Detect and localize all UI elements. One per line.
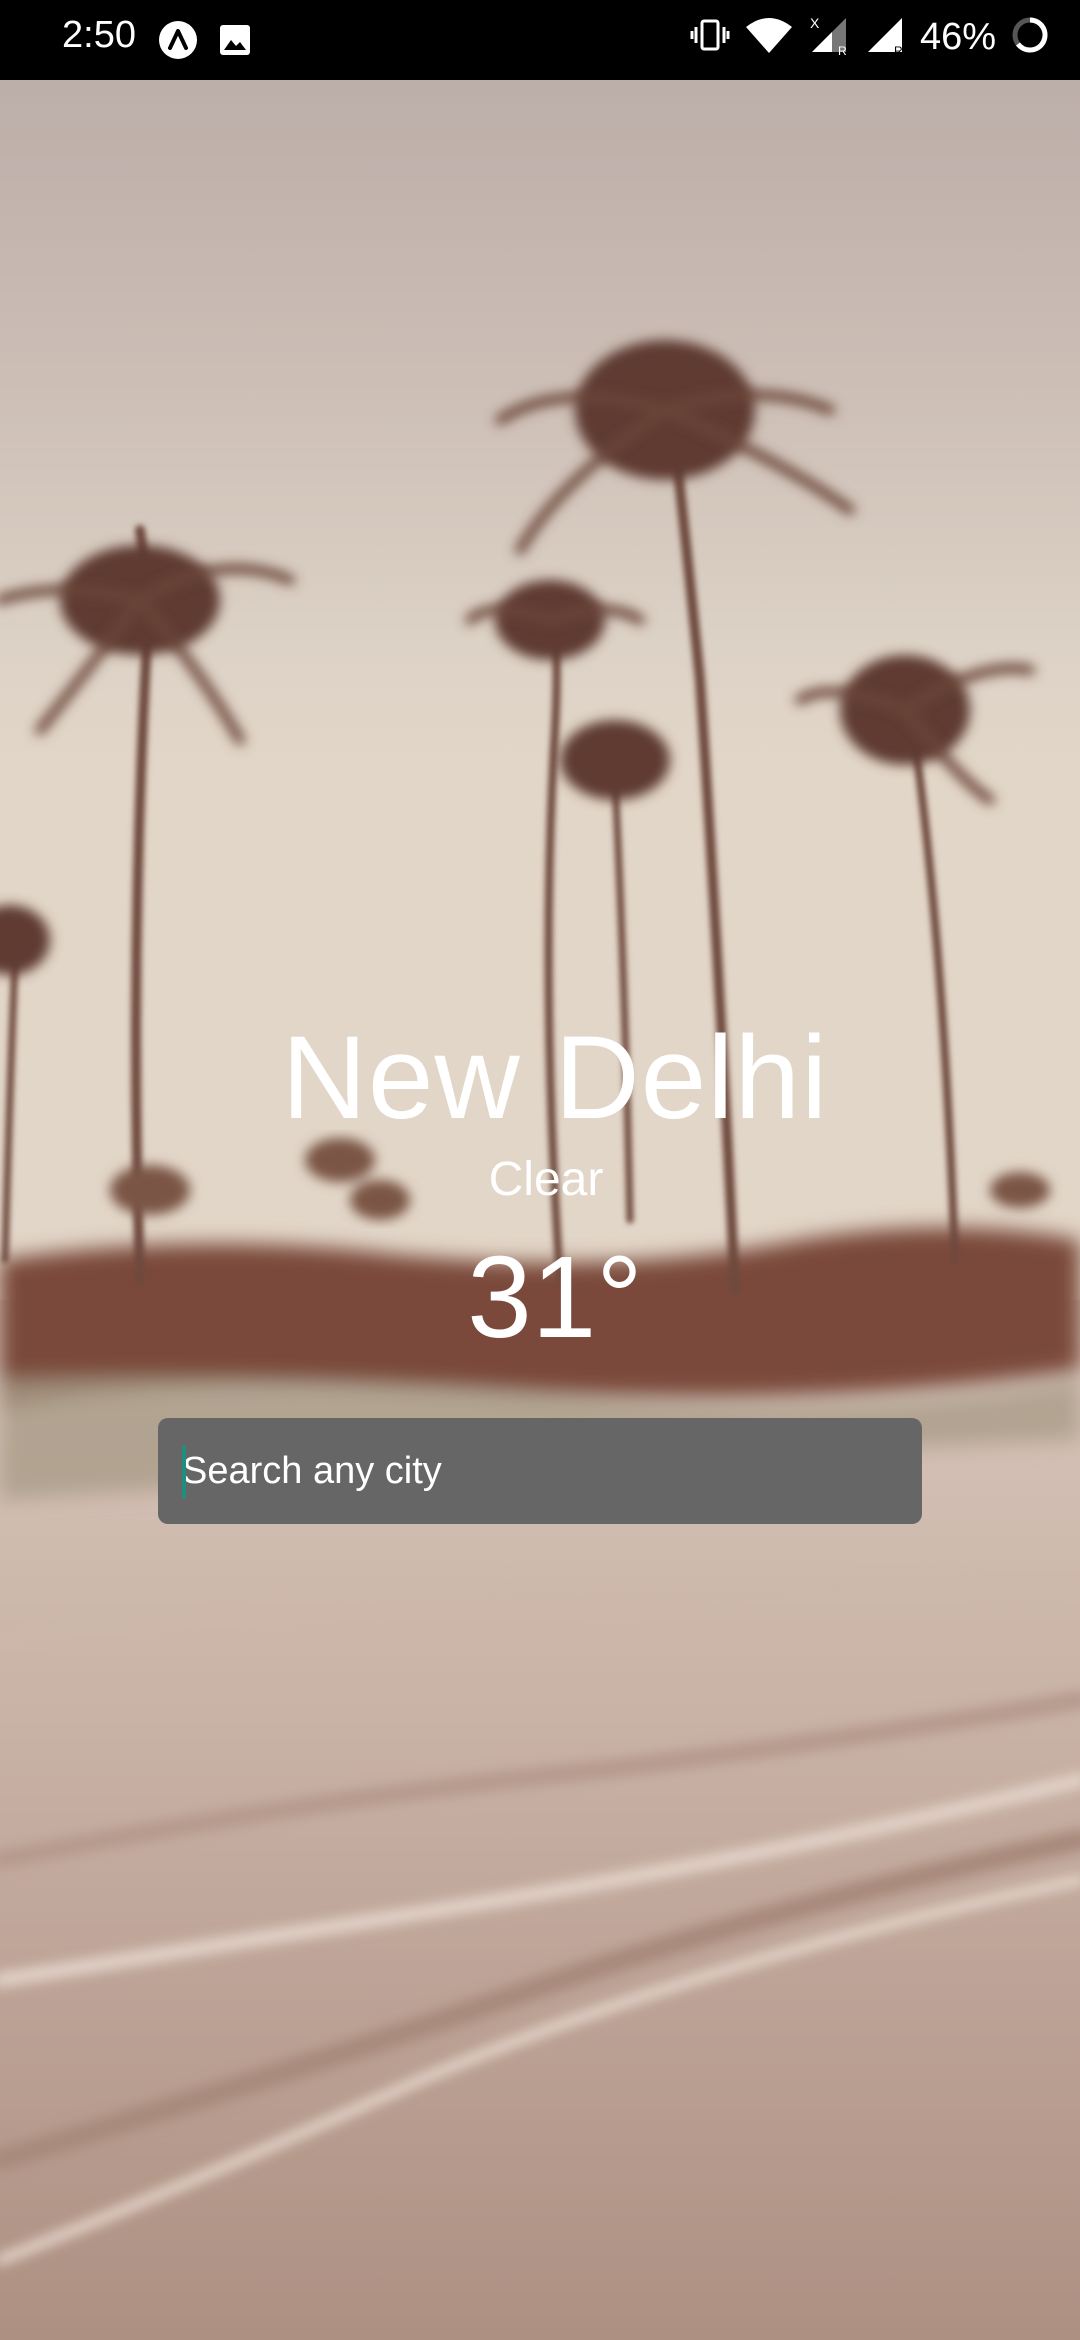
- battery-ring-icon: [1010, 15, 1050, 60]
- temperature: 31°: [467, 1232, 643, 1362]
- battery-percent: 46%: [919, 16, 996, 58]
- cell-signal-1-icon: X R: [808, 14, 850, 61]
- cell-signal-2-icon: R: [864, 14, 906, 61]
- weather-screen: 2:50 X R R 46% New Delhi Clear 31° Searc…: [0, 0, 1080, 2340]
- city-name: New Delhi: [281, 1012, 829, 1144]
- svg-text:R: R: [894, 44, 903, 56]
- search-box[interactable]: [158, 1418, 922, 1524]
- notification-icons: [158, 20, 252, 65]
- status-time: 2:50: [62, 14, 136, 56]
- text-cursor: [182, 1446, 186, 1498]
- status-right: X R R 46%: [690, 14, 1050, 61]
- search-input[interactable]: [182, 1418, 902, 1524]
- status-bar: 2:50 X R R 46%: [0, 0, 1080, 80]
- beach-background-image: [0, 80, 1080, 2340]
- image-notification-icon: [218, 23, 252, 62]
- app-notification-icon: [158, 20, 198, 65]
- wifi-icon: [744, 15, 794, 60]
- svg-text:X: X: [810, 15, 820, 31]
- svg-text:R: R: [838, 44, 847, 56]
- weather-condition: Clear: [488, 1153, 604, 1206]
- vibrate-icon: [690, 15, 730, 60]
